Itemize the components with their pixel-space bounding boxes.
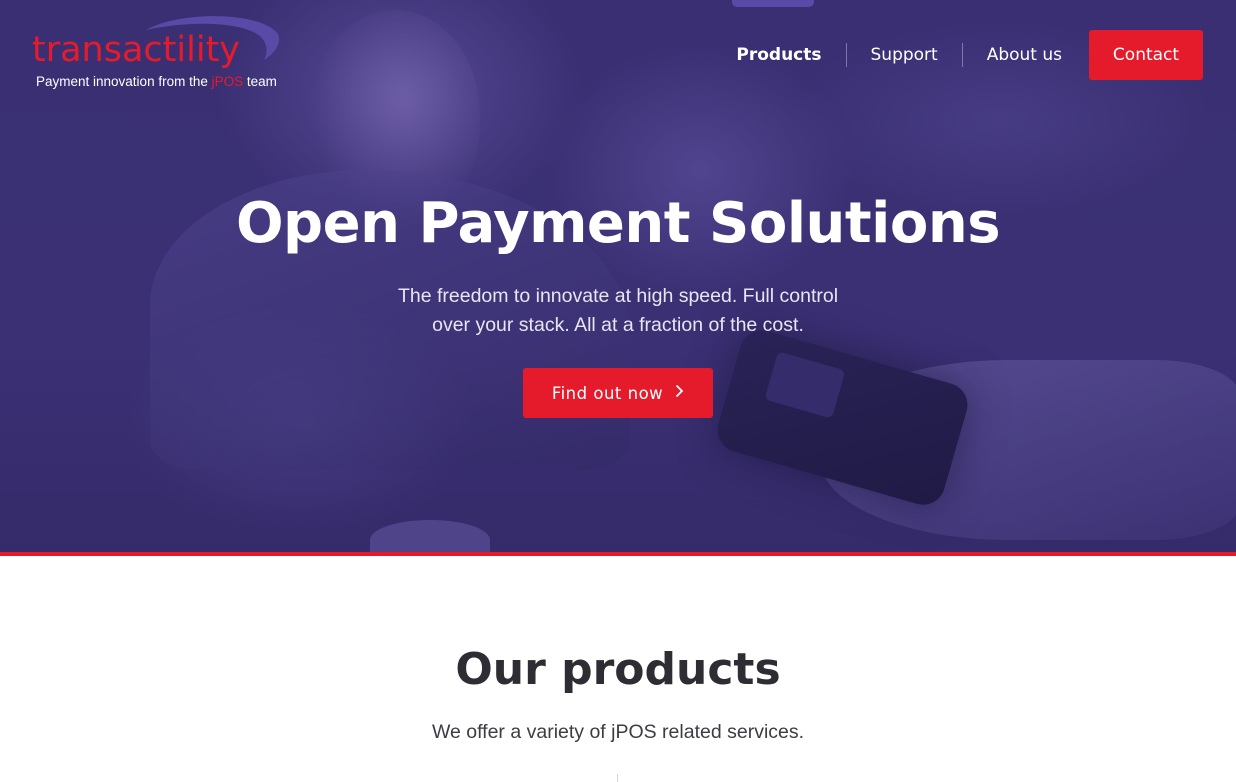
hero-photo-payment-terminal bbox=[712, 325, 973, 510]
hero-banner: transactility Payment innovation from th… bbox=[0, 0, 1236, 552]
logo-tagline-suffix: team bbox=[243, 74, 277, 89]
logo-tagline: Payment innovation from the jPOS team bbox=[36, 74, 277, 89]
find-out-now-button[interactable]: Find out now bbox=[523, 368, 713, 418]
logo-tagline-prefix: Payment innovation from the bbox=[36, 74, 212, 89]
logo-tagline-accent: jPOS bbox=[211, 74, 244, 89]
nav-item-about-us[interactable]: About us bbox=[963, 43, 1086, 67]
hero-subtitle-line-1: The freedom to innovate at high speed. F… bbox=[397, 285, 839, 307]
logo-wordmark: transactility bbox=[32, 30, 241, 70]
logo[interactable]: transactility Payment innovation from th… bbox=[32, 14, 292, 94]
section-divider bbox=[617, 774, 618, 782]
hero-red-divider bbox=[0, 552, 1236, 556]
products-heading: Our products bbox=[455, 644, 781, 695]
products-subtitle: We offer a variety of jPOS related servi… bbox=[431, 721, 805, 743]
contact-button[interactable]: Contact bbox=[1089, 30, 1203, 80]
hero-subtitle: The freedom to innovate at high speed. F… bbox=[368, 282, 868, 340]
nav-item-support[interactable]: Support bbox=[847, 43, 962, 67]
hero-subtitle-line-2: over your stack. All at a fraction of th… bbox=[432, 314, 804, 336]
find-out-now-label: Find out now bbox=[551, 383, 664, 403]
chevron-right-icon bbox=[675, 384, 684, 402]
hero-photo-cup bbox=[370, 520, 490, 552]
main-nav: Products Support About us Contact bbox=[736, 30, 1203, 80]
nav-item-products[interactable]: Products bbox=[736, 43, 845, 67]
hero-title: Open Payment Solutions bbox=[235, 191, 1001, 256]
active-nav-indicator bbox=[732, 0, 814, 7]
